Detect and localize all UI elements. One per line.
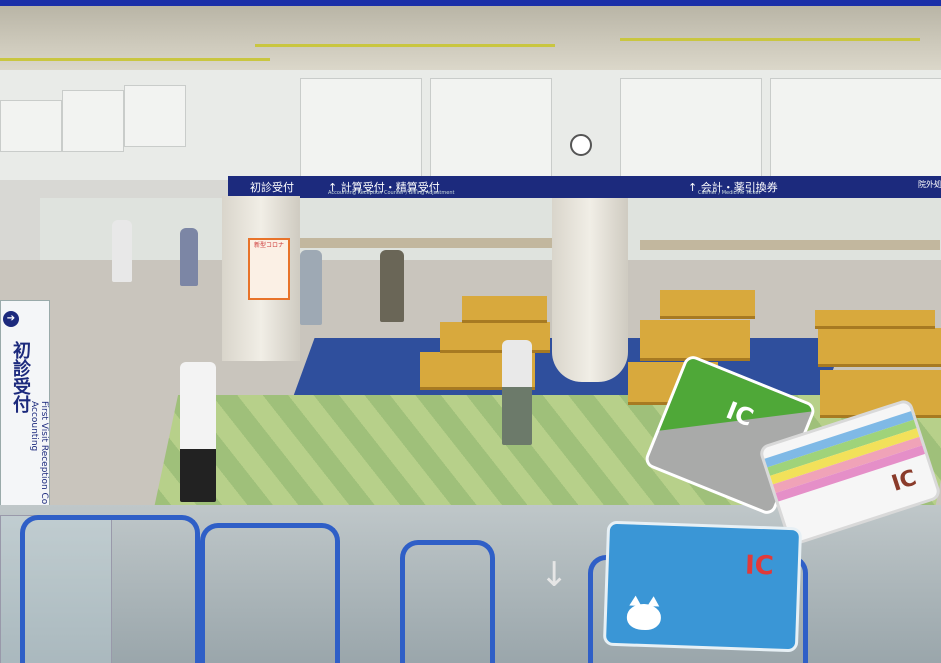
wall-panel <box>770 78 941 180</box>
hospital-lobby-photo: 初診受付 ↑ 計算受付・精算受付 Accounting Reception Co… <box>0 0 941 663</box>
wall-clock-icon <box>570 134 592 156</box>
overhead-direction-sign: 初診受付 ↑ 計算受付・精算受付 Accounting Reception Co… <box>228 176 941 198</box>
escalator-handrail <box>20 515 200 663</box>
mezzanine-railing <box>0 58 270 61</box>
mezzanine-railing <box>620 38 920 41</box>
blue-card-label: IC <box>744 550 775 582</box>
counter-desk <box>290 238 560 248</box>
right-edge-sign-text: 院外処 <box>918 180 941 189</box>
waiting-bench <box>462 296 547 323</box>
wall-panel <box>300 78 422 180</box>
wall-panel <box>62 90 124 152</box>
waiting-bench <box>640 320 750 361</box>
person-standing <box>180 228 198 286</box>
person-walking <box>502 340 532 445</box>
wall-panel <box>430 78 552 180</box>
escalator-handrail <box>200 523 340 663</box>
blue-ic-card: IC <box>602 520 803 653</box>
first-visit-sign-text: 初診受付 <box>250 181 294 194</box>
escalator-handrail <box>400 540 495 663</box>
first-visit-standing-sign: ➔ 初診受付 First Visit Reception Counter Acc… <box>0 300 50 532</box>
mezzanine-railing <box>255 44 555 47</box>
cat-icon <box>626 603 662 631</box>
waiting-bench <box>815 310 935 329</box>
waiting-bench <box>818 328 941 367</box>
accounting-sign-en: Accounting Reception Counter / Billing A… <box>328 190 455 196</box>
floor-arrow-icon: ↓ <box>540 555 569 595</box>
person-doctor <box>180 362 216 502</box>
upper-wall <box>0 70 941 180</box>
arrow-right-icon: ➔ <box>3 311 19 327</box>
waiting-bench <box>660 290 755 319</box>
wall-panel <box>124 85 186 147</box>
waiting-bench <box>440 322 550 353</box>
person-standing <box>300 250 322 325</box>
wall-panel <box>0 100 62 152</box>
person-standing <box>380 250 404 322</box>
cashier-sign-en: Cashier / Medicine Ticket <box>698 190 761 196</box>
rainbow-card-label: IC <box>888 465 920 497</box>
poster-text: 新型コロナ <box>253 242 284 249</box>
wall-panel <box>620 78 762 180</box>
center-pillar <box>552 198 628 382</box>
counter-desk <box>640 240 940 250</box>
pillar-poster: 新型コロナ <box>248 238 290 300</box>
person-standing <box>112 220 132 282</box>
